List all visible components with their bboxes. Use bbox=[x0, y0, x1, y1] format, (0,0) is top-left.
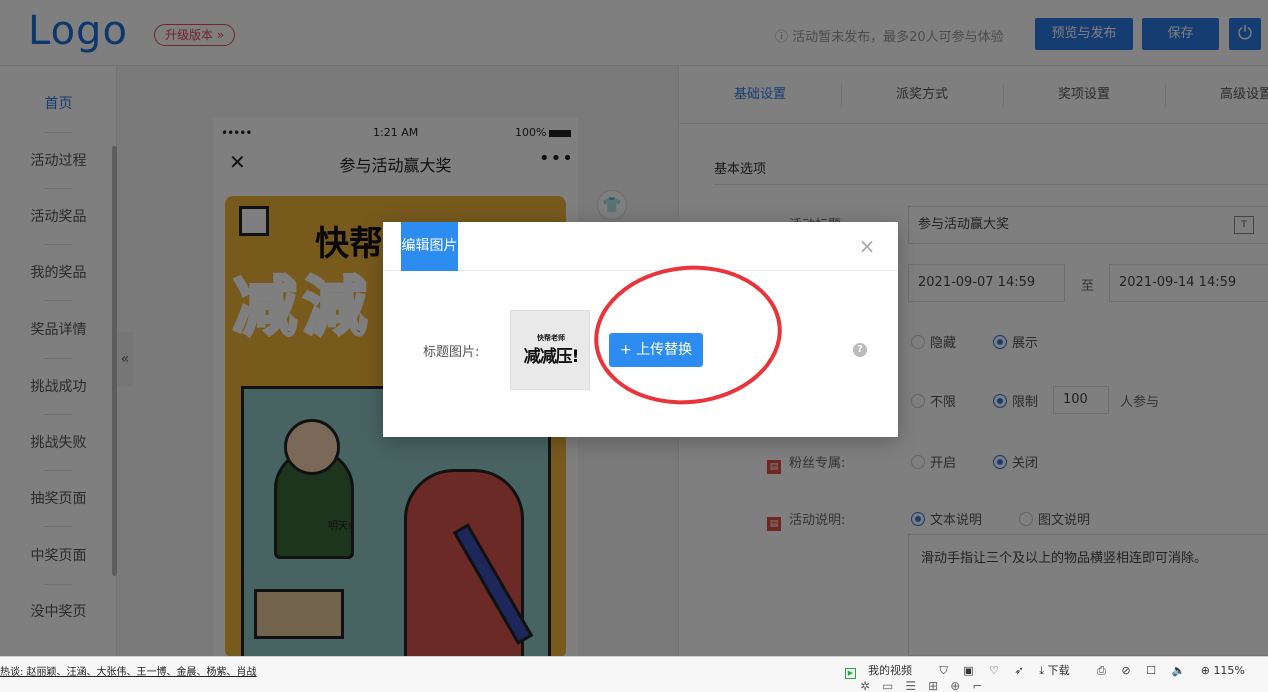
printer-icon[interactable]: ⎙ bbox=[1097, 664, 1106, 677]
image-icon[interactable]: ▣ bbox=[963, 664, 973, 677]
browser-icon[interactable]: ⊘ bbox=[1121, 664, 1130, 677]
shield-icon[interactable]: ⛉ bbox=[940, 664, 948, 677]
my-video-label: 我的视频 bbox=[868, 664, 912, 677]
browser-tools-row2: ✲▭☰⊞⊕⌐ bbox=[860, 679, 995, 692]
hot-topics-link[interactable]: 热谈: 赵丽颖、汪涵、大张伟、王一博、金晨、杨紫、肖战 bbox=[0, 663, 257, 678]
dialog-header: 编辑图片 × bbox=[383, 222, 898, 271]
thumbnail-title: 减减压! bbox=[523, 347, 580, 367]
title-image-thumbnail: 快帮老师 减减压! bbox=[510, 310, 590, 390]
help-icon[interactable]: ? bbox=[853, 343, 867, 357]
volume-icon[interactable]: 🔈 bbox=[1172, 664, 1186, 677]
browser-status-bar: 热谈: 赵丽颖、汪涵、大张伟、王一博、金晨、杨紫、肖战 ▶ 我的视频 ⛉ ▣ ♡ … bbox=[0, 656, 1268, 692]
window-icon[interactable]: ☐ bbox=[1146, 664, 1156, 677]
rocket-icon[interactable]: ➶ bbox=[1015, 664, 1024, 677]
heart-icon[interactable]: ♡ bbox=[989, 664, 999, 677]
dialog-title: 编辑图片 bbox=[401, 222, 458, 271]
zoom-control[interactable]: ⊕ 115% bbox=[1201, 664, 1257, 677]
download-button[interactable]: ⤓ 下载 bbox=[1039, 664, 1081, 677]
zoom-level: 115% bbox=[1213, 664, 1245, 677]
download-label: 下载 bbox=[1047, 664, 1070, 677]
title-image-label: 标题图片: bbox=[423, 345, 480, 360]
my-video-button[interactable]: ▶ 我的视频 bbox=[845, 664, 924, 679]
play-icon: ▶ bbox=[845, 668, 856, 679]
close-icon[interactable]: × bbox=[855, 234, 879, 258]
browser-tools: ▶ 我的视频 ⛉ ▣ ♡ ➶ ⤓ 下载 ⎙ ⊘ ☐ 🔈 ⊕ 115% bbox=[845, 662, 1268, 679]
